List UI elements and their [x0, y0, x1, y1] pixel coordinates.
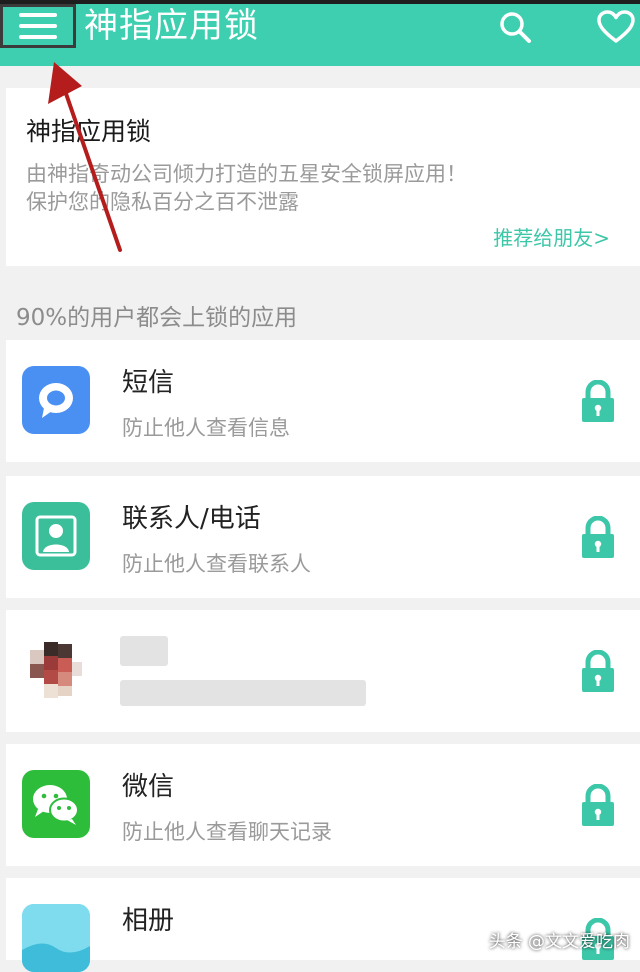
message-icon: [22, 366, 90, 434]
wechat-icon: [22, 770, 90, 838]
menu-icon-line: [19, 13, 57, 17]
app-subtitle: 防止他人查看信息: [122, 416, 290, 440]
gallery-icon: [22, 904, 90, 972]
app-row-sms[interactable]: 短信 防止他人查看信息: [6, 340, 640, 462]
section-label: 90%的用户都会上锁的应用: [16, 305, 298, 331]
intro-description: 由神指奇动公司倾力打造的五星安全锁屏应用！ 保护您的隐私百分之百不泄露: [26, 162, 467, 214]
blurred-app-subtitle: [120, 680, 366, 706]
app-name: 联系人/电话: [122, 504, 261, 534]
intro-title: 神指应用锁: [26, 117, 152, 146]
app-header: 神指应用锁: [0, 4, 640, 66]
search-icon[interactable]: [498, 10, 532, 48]
lock-icon[interactable]: [580, 783, 616, 832]
app-row-wechat[interactable]: 微信 防止他人查看聊天记录: [6, 744, 640, 866]
blurred-app-name: [120, 636, 168, 666]
app-subtitle: 防止他人查看聊天记录: [122, 820, 332, 844]
heart-icon[interactable]: [596, 10, 636, 48]
lock-icon[interactable]: [580, 649, 616, 698]
app-name: 微信: [122, 772, 175, 802]
app-name: 短信: [122, 368, 175, 398]
blurred-avatar-icon: [22, 636, 90, 704]
contacts-icon: [22, 502, 90, 570]
page-title: 神指应用锁: [84, 6, 259, 46]
lock-icon[interactable]: [580, 379, 616, 428]
lock-icon[interactable]: [580, 515, 616, 564]
intro-card: 神指应用锁 由神指奇动公司倾力打造的五星安全锁屏应用！ 保护您的隐私百分之百不泄…: [6, 88, 640, 266]
menu-icon-line: [19, 24, 57, 28]
app-row-blurred[interactable]: [6, 610, 640, 732]
watermark: 头条 @文文爱吃肉: [488, 932, 630, 952]
app-subtitle: 防止他人查看联系人: [122, 552, 311, 576]
menu-icon-line: [19, 35, 57, 39]
share-link[interactable]: 推荐给朋友>: [493, 222, 610, 251]
menu-button[interactable]: [0, 4, 76, 48]
app-name: 相册: [122, 906, 175, 936]
app-row-contacts[interactable]: 联系人/电话 防止他人查看联系人: [6, 476, 640, 598]
